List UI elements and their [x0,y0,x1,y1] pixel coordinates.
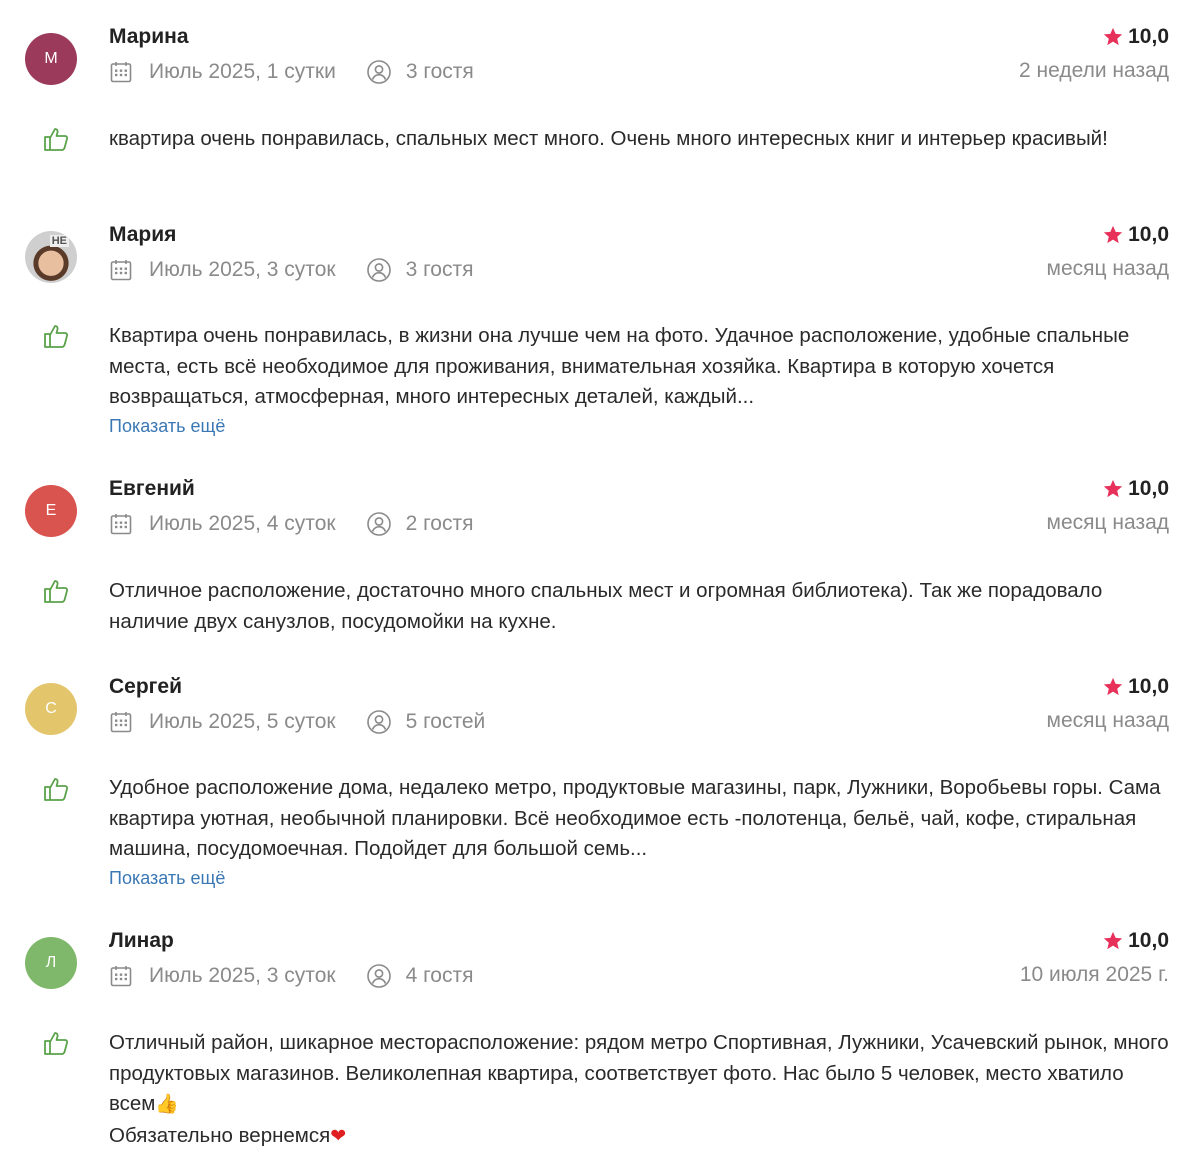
review-text: Удобное расположение дома, недалеко метр… [109,776,1161,860]
calendar-icon [110,514,132,535]
guest-icon [367,60,391,84]
review-text: Отличное расположение, достаточно много … [109,579,1103,633]
calendar-icon [110,966,132,987]
review-date: месяц назад [1046,511,1169,534]
stay-dates: Июль 2025, 4 суток [149,512,336,535]
show-more-link[interactable]: Показать ещё [109,868,225,889]
review-text-line: Отличный район, шикарное месторасположен… [109,1031,1169,1115]
review-text: Квартира очень понравилась, в жизни она … [109,324,1130,408]
rating-value: 10,0 [1128,929,1169,952]
guest-count: 4 гостя [405,964,474,987]
star-icon [1103,479,1123,498]
rating: 10,0 [1102,675,1169,699]
rating: 10,0 [1102,223,1169,247]
calendar-icon [110,260,132,281]
guest-icon [366,512,391,536]
reviewer-name: Марина [109,25,189,48]
reviewer-name: Евгений [109,477,195,500]
rating-value: 10,0 [1128,223,1169,246]
review-date: месяц назад [1046,257,1169,280]
thumbs-up-icon [44,128,69,151]
stay-dates: Июль 2025, 1 сутки [149,60,336,83]
rating: 10,0 [1102,25,1169,49]
guest-count: 5 гостей [405,710,486,733]
star-icon [1103,677,1123,696]
stay-meta: Июль 2025, 3 суток 3 гостя [109,257,473,283]
review-text-line: Обязательно вернемся [109,1123,331,1147]
thumbs-up-icon [44,778,69,801]
rating: 10,0 [1102,929,1169,953]
guest-icon [366,258,391,282]
review-date: 10 июля 2025 г. [1019,963,1169,986]
calendar-icon [110,62,132,83]
thumbs-up-icon [44,1032,69,1055]
guest-count: 3 гостя [405,60,474,83]
stay-meta: Июль 2025, 4 суток 2 гостя [109,511,473,537]
guest-icon [366,964,391,988]
avatar-photo-sign: НЕ [49,235,69,247]
stay-dates: Июль 2025, 5 суток [149,710,336,733]
stay-meta: Июль 2025, 5 суток 5 гостей [109,709,485,735]
rating-value: 10,0 [1128,477,1169,500]
guest-icon [366,710,391,734]
thumbs-up-emoji: 👍 [155,1094,180,1115]
guest-count: 2 гостя [405,512,474,535]
star-icon [1103,27,1123,46]
calendar-icon [110,712,132,733]
avatar[interactable]: НЕ [25,231,77,283]
review-date: 2 недели назад [1019,59,1169,82]
avatar[interactable]: Л [25,937,77,989]
reviewer-name: Мария [109,223,177,246]
review-date: месяц назад [1046,709,1169,732]
reviewer-name: Сергей [109,675,183,698]
guest-count: 3 гостя [405,258,474,281]
thumbs-up-icon [44,580,69,603]
heart-emoji: ❤ [330,1125,347,1147]
review-text: квартира очень понравилась, спальных мес… [109,127,1108,150]
avatar[interactable]: Е [25,485,77,537]
rating-value: 10,0 [1128,675,1169,698]
review-text: Отличный район, шикарное месторасположен… [109,1028,1169,1152]
rating-value: 10,0 [1128,25,1169,48]
avatar[interactable]: С [25,683,77,735]
stay-dates: Июль 2025, 3 суток [149,258,336,281]
stay-meta: Июль 2025, 1 сутки 3 гостя [109,59,474,85]
show-more-link[interactable]: Показать ещё [109,416,225,437]
reviewer-name: Линар [109,929,174,952]
stay-meta: Июль 2025, 3 суток 4 гостя [109,963,473,989]
star-icon [1103,931,1123,950]
stay-dates: Июль 2025, 3 суток [149,964,336,987]
thumbs-up-icon [44,325,69,348]
star-icon [1103,225,1123,244]
rating: 10,0 [1102,477,1169,501]
avatar[interactable]: М [25,33,77,85]
